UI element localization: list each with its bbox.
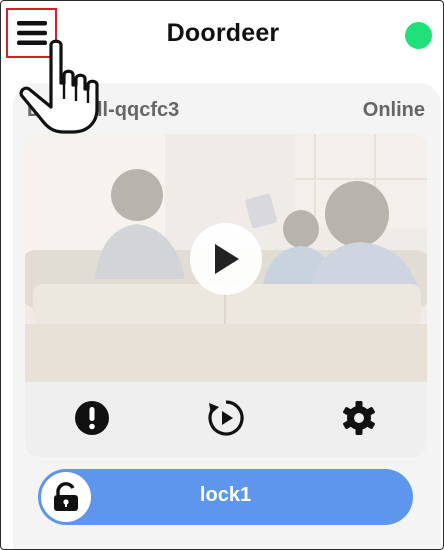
video-controls-bar [25,382,427,457]
connection-status-dot [405,22,432,49]
playback-button[interactable] [206,398,246,438]
alert-icon[interactable] [74,400,110,436]
lock-label: lock1 [199,484,252,506]
device-status: Online [362,99,425,121]
settings-button[interactable] [339,398,379,438]
playback-icon[interactable] [207,399,245,437]
lock-button[interactable]: lock1 [38,469,413,525]
hand-pointer-icon [19,39,99,134]
settings-gear-icon[interactable] [341,400,377,436]
app-frame: Doordeer Doorbell-qqcfc3 Online lock1 [0,0,444,550]
alert-button[interactable] [72,398,112,438]
play-button[interactable] [190,223,262,295]
play-icon[interactable] [213,244,239,274]
